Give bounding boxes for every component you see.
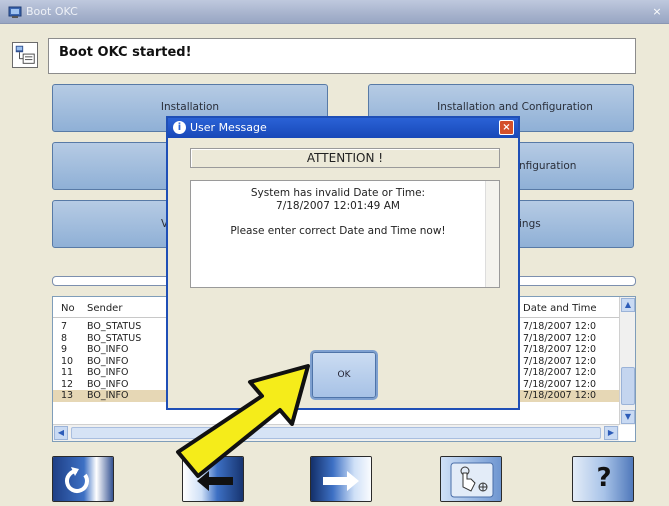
row-date: 7/18/2007 12:0 xyxy=(523,355,597,367)
scroll-down-icon[interactable]: ▼ xyxy=(621,410,635,424)
message-line-3: Please enter correct Date and Time now! xyxy=(230,225,446,237)
row2-right-label: nfiguration xyxy=(519,160,577,172)
dialog-title: User Message xyxy=(190,121,267,134)
row-date: 7/18/2007 12:0 xyxy=(523,378,597,390)
row-sender: BO_INFO xyxy=(87,344,129,355)
column-header-date[interactable]: Date and Time xyxy=(523,303,597,314)
refresh-button[interactable] xyxy=(52,456,114,502)
row-date: 7/18/2007 12:0 xyxy=(523,332,597,344)
row-no: 7 xyxy=(61,321,68,332)
horizontal-scrollbar[interactable]: ◀ ▶ xyxy=(53,424,619,441)
message-text-box: System has invalid Date or Time: 7/18/20… xyxy=(190,180,500,288)
touch-hand-icon xyxy=(441,457,501,501)
scroll-right-icon[interactable]: ▶ xyxy=(604,426,618,440)
info-icon: i xyxy=(173,121,186,134)
scroll-up-icon[interactable]: ▲ xyxy=(621,298,635,312)
column-header-sender[interactable]: Sender xyxy=(87,303,122,314)
row-no: 8 xyxy=(61,332,68,344)
row-no: 11 xyxy=(61,367,74,378)
row3-right-label: ings xyxy=(519,218,541,230)
yellow-pointer-arrow-icon xyxy=(176,364,310,478)
row-sender: BO_STATUS xyxy=(87,321,142,332)
computer-status-icon xyxy=(12,42,38,68)
row-sender: BO_INFO xyxy=(87,367,129,378)
row-sender: BO_INFO xyxy=(87,355,129,367)
vertical-scrollbar[interactable]: ▲ ▼ xyxy=(619,297,635,425)
row-date: 7/18/2007 12:0 xyxy=(523,344,597,355)
dialog-title-bar: i User Message × xyxy=(168,118,518,138)
message-line-2: 7/18/2007 12:01:49 AM xyxy=(276,200,400,212)
attention-heading: ATTENTION ! xyxy=(190,148,500,168)
window-title: Boot OKC xyxy=(26,5,78,18)
dialog-close-button[interactable]: × xyxy=(499,120,514,135)
installation-label: Installation xyxy=(160,101,220,113)
scroll-left-icon[interactable]: ◀ xyxy=(54,426,68,440)
row-sender: BO_INFO xyxy=(87,378,129,390)
vertical-scroll-thumb[interactable] xyxy=(621,367,635,405)
horizontal-scroll-thumb[interactable] xyxy=(71,427,601,439)
row-no: 9 xyxy=(61,344,68,355)
row-sender: BO_STATUS xyxy=(87,332,142,344)
column-header-no[interactable]: No xyxy=(61,303,75,314)
row-sender: BO_INFO xyxy=(87,390,129,401)
refresh-icon xyxy=(53,457,113,501)
installation-configuration-label: Installation and Configuration xyxy=(437,101,593,113)
status-row: Boot OKC started! xyxy=(12,38,636,74)
row-no: 12 xyxy=(61,378,74,390)
row-no: 13 xyxy=(61,390,74,401)
message-scrollbar[interactable] xyxy=(485,181,499,287)
row-date: 7/18/2007 12:0 xyxy=(523,367,597,378)
title-bar: Boot OKC × xyxy=(0,0,669,24)
row-no: 10 xyxy=(61,355,74,367)
app-icon xyxy=(8,6,22,18)
help-button[interactable]: ? xyxy=(572,456,634,502)
message-line-1: System has invalid Date or Time: xyxy=(250,187,426,199)
touch-mode-button[interactable] xyxy=(440,456,502,502)
help-label: ? xyxy=(596,463,612,493)
row-date: 7/18/2007 12:0 xyxy=(523,390,597,401)
window-close-button[interactable]: × xyxy=(649,4,665,20)
row-date: 7/18/2007 12:0 xyxy=(523,321,597,332)
ok-label: OK xyxy=(337,370,351,380)
status-text: Boot OKC started! xyxy=(48,38,636,74)
